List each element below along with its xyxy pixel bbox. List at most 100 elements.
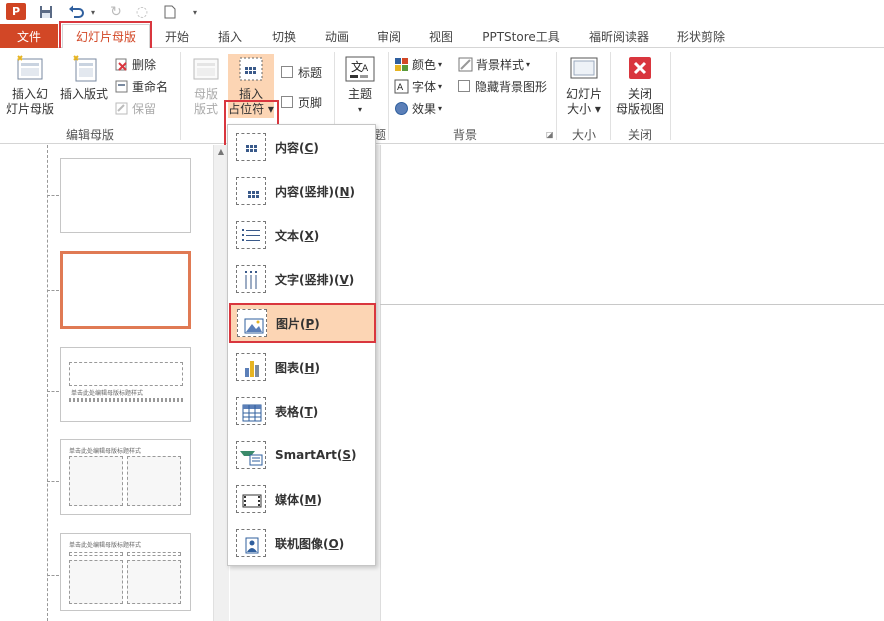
footer-checkbox-label: 页脚: [298, 95, 323, 110]
thumbnail-tree-branch: [47, 290, 59, 291]
master-layout-button[interactable]: 母版 版式: [186, 54, 226, 117]
thumbnail-placeholder: [127, 552, 181, 556]
thumbnail-title-text: 单击此处编辑母版标题样式: [69, 448, 142, 455]
undo-icon[interactable]: [64, 2, 88, 22]
close-master-view-label-2: 母版视图: [615, 102, 664, 116]
hide-background-label: 隐藏背景图形: [475, 79, 548, 94]
rename-button[interactable]: 重命名: [114, 76, 168, 96]
tab-highlight-box: [59, 21, 152, 51]
delete-button[interactable]: 删除: [114, 54, 156, 74]
master-layout-icon: [190, 54, 222, 84]
redo-icon[interactable]: ↻: [106, 2, 126, 22]
background-styles-label: 背景样式: [476, 57, 525, 72]
group-label-edit-master: 编辑母版: [65, 128, 114, 142]
slide-canvas[interactable]: [380, 145, 884, 621]
thumbnail-layout-title[interactable]: 单击此处编辑母版标题样式: [60, 347, 191, 422]
master-layout-label-2: 版式: [193, 102, 218, 116]
menu-item-label: SmartArt(S): [275, 448, 357, 462]
thumbnail-layout-two-content[interactable]: 单击此处编辑母版标题样式: [60, 439, 191, 515]
menu-item-text-vertical[interactable]: 文字(竖排)(V): [230, 259, 375, 299]
tab-animations[interactable]: 动画: [317, 24, 357, 48]
colors-button[interactable]: 颜色 ▾: [394, 54, 442, 74]
svg-text:A: A: [397, 83, 404, 93]
chart-placeholder-icon: [236, 353, 266, 381]
menu-item-content-vertical[interactable]: 内容(竖排)(N): [230, 171, 375, 211]
insert-slide-master-button[interactable]: 插入幻 灯片母版: [6, 54, 54, 117]
thumbnail-tree-branch: [47, 575, 59, 576]
slide-thumbnail-panel: 单击此处编辑母版标题样式 单击此处编辑母版标题样式 单击此处编辑母版标题样式: [0, 145, 230, 621]
fonts-button[interactable]: A 字体 ▾: [394, 76, 442, 96]
tab-foxit-reader[interactable]: 福昕阅读器: [584, 24, 654, 48]
master-layout-label-1: 母版: [193, 87, 218, 101]
menu-item-label: 文本(X): [275, 228, 320, 243]
save-icon[interactable]: [36, 2, 56, 22]
fonts-label: 字体: [412, 79, 437, 94]
insert-slide-master-label-1: 插入幻: [11, 87, 48, 101]
customize-toolbar-icon[interactable]: ▾: [190, 2, 200, 22]
menu-item-content[interactable]: 内容(C): [230, 127, 375, 167]
tab-file[interactable]: 文件: [0, 24, 58, 48]
group-label-background: 背景: [452, 128, 477, 142]
close-master-view-button[interactable]: 关闭 母版视图: [614, 54, 666, 117]
menu-item-media[interactable]: 媒体(M): [230, 479, 375, 519]
tab-pptstore-tools[interactable]: PPTStore工具: [478, 24, 564, 48]
tab-view[interactable]: 视图: [421, 24, 461, 48]
menu-item-text[interactable]: 文本(X): [230, 215, 375, 255]
tab-review[interactable]: 审阅: [369, 24, 409, 48]
tab-insert[interactable]: 插入: [210, 24, 250, 48]
background-styles-dropdown-icon: ▾: [526, 59, 531, 69]
slide-size-button[interactable]: 幻灯片 大小 ▾: [562, 54, 606, 117]
menu-item-label: 内容(C): [275, 140, 319, 155]
undo-dropdown-icon[interactable]: ▾: [88, 2, 98, 22]
ribbon: 插入幻 灯片母版 插入版式 删除 重命名 保留 编辑母版 母版 版式 插入 占位…: [0, 48, 884, 172]
thumbnail-placeholder: [127, 560, 181, 604]
hide-background-checkbox[interactable]: 隐藏背景图形: [458, 76, 547, 96]
repeat-icon[interactable]: ◌: [132, 2, 152, 22]
menu-item-table[interactable]: 表格(T): [230, 391, 375, 431]
tab-shape-subtract[interactable]: 形状剪除: [670, 24, 732, 48]
thumbnail-placeholder: [69, 456, 123, 506]
tab-home[interactable]: 开始: [157, 24, 197, 48]
group-label-close: 关闭: [627, 128, 652, 142]
menu-item-chart[interactable]: 图表(H): [230, 347, 375, 387]
thumbnail-tree-branch: [47, 391, 59, 392]
svg-text:A: A: [362, 64, 369, 74]
title-checkbox-box[interactable]: [281, 66, 293, 78]
effects-icon: [394, 101, 409, 116]
slide-size-label-2: 大小 ▾: [567, 102, 601, 116]
group-label-size: 大小: [571, 128, 596, 142]
slide-size-icon: [568, 54, 600, 84]
background-dialog-launcher-icon[interactable]: ◪: [546, 130, 554, 139]
effects-dropdown-icon: ▾: [438, 103, 443, 113]
new-file-icon[interactable]: [160, 2, 180, 22]
ribbon-separator: [610, 52, 611, 140]
insert-placeholder-menu: 内容(C) 内容(竖排)(N) 文本(X) 文字(竖排)(V) 图片(P) 图表…: [227, 124, 376, 566]
thumbnail-tree-branch: [47, 195, 59, 196]
background-styles-button[interactable]: 背景样式 ▾: [458, 54, 530, 74]
ribbon-separator: [670, 52, 671, 140]
ribbon-separator: [556, 52, 557, 140]
tab-transitions[interactable]: 切换: [264, 24, 304, 48]
effects-button[interactable]: 效果 ▾: [394, 98, 442, 118]
scroll-up-icon[interactable]: ▲: [214, 146, 228, 158]
thumbnail-layout-comparison[interactable]: 单击此处编辑母版标题样式: [60, 533, 191, 611]
preserve-button[interactable]: 保留: [114, 98, 156, 118]
fonts-dropdown-icon: ▾: [438, 81, 443, 91]
colors-icon: [394, 57, 409, 72]
slide-guide-line: [380, 304, 884, 305]
title-checkbox[interactable]: 标题: [281, 62, 322, 82]
close-master-view-icon: [624, 54, 656, 84]
insert-layout-button[interactable]: 插入版式: [58, 54, 110, 102]
hide-background-checkbox-box[interactable]: [458, 80, 470, 92]
thumbnail-placeholder: [127, 456, 181, 506]
footer-checkbox[interactable]: 页脚: [281, 92, 322, 112]
footer-checkbox-box[interactable]: [281, 96, 293, 108]
menu-item-smartart[interactable]: SmartArt(S): [230, 435, 375, 475]
menu-item-online-pictures[interactable]: 联机图像(O): [230, 523, 375, 563]
thumbnail-slide-master[interactable]: [60, 158, 191, 233]
themes-button[interactable]: 文A 主题 ▾: [340, 54, 380, 117]
content-placeholder-icon: [236, 133, 266, 161]
menu-item-picture[interactable]: 图片(P): [229, 303, 376, 343]
powerpoint-logo-icon: P: [6, 3, 26, 20]
thumbnail-layout-selected[interactable]: [60, 251, 191, 329]
